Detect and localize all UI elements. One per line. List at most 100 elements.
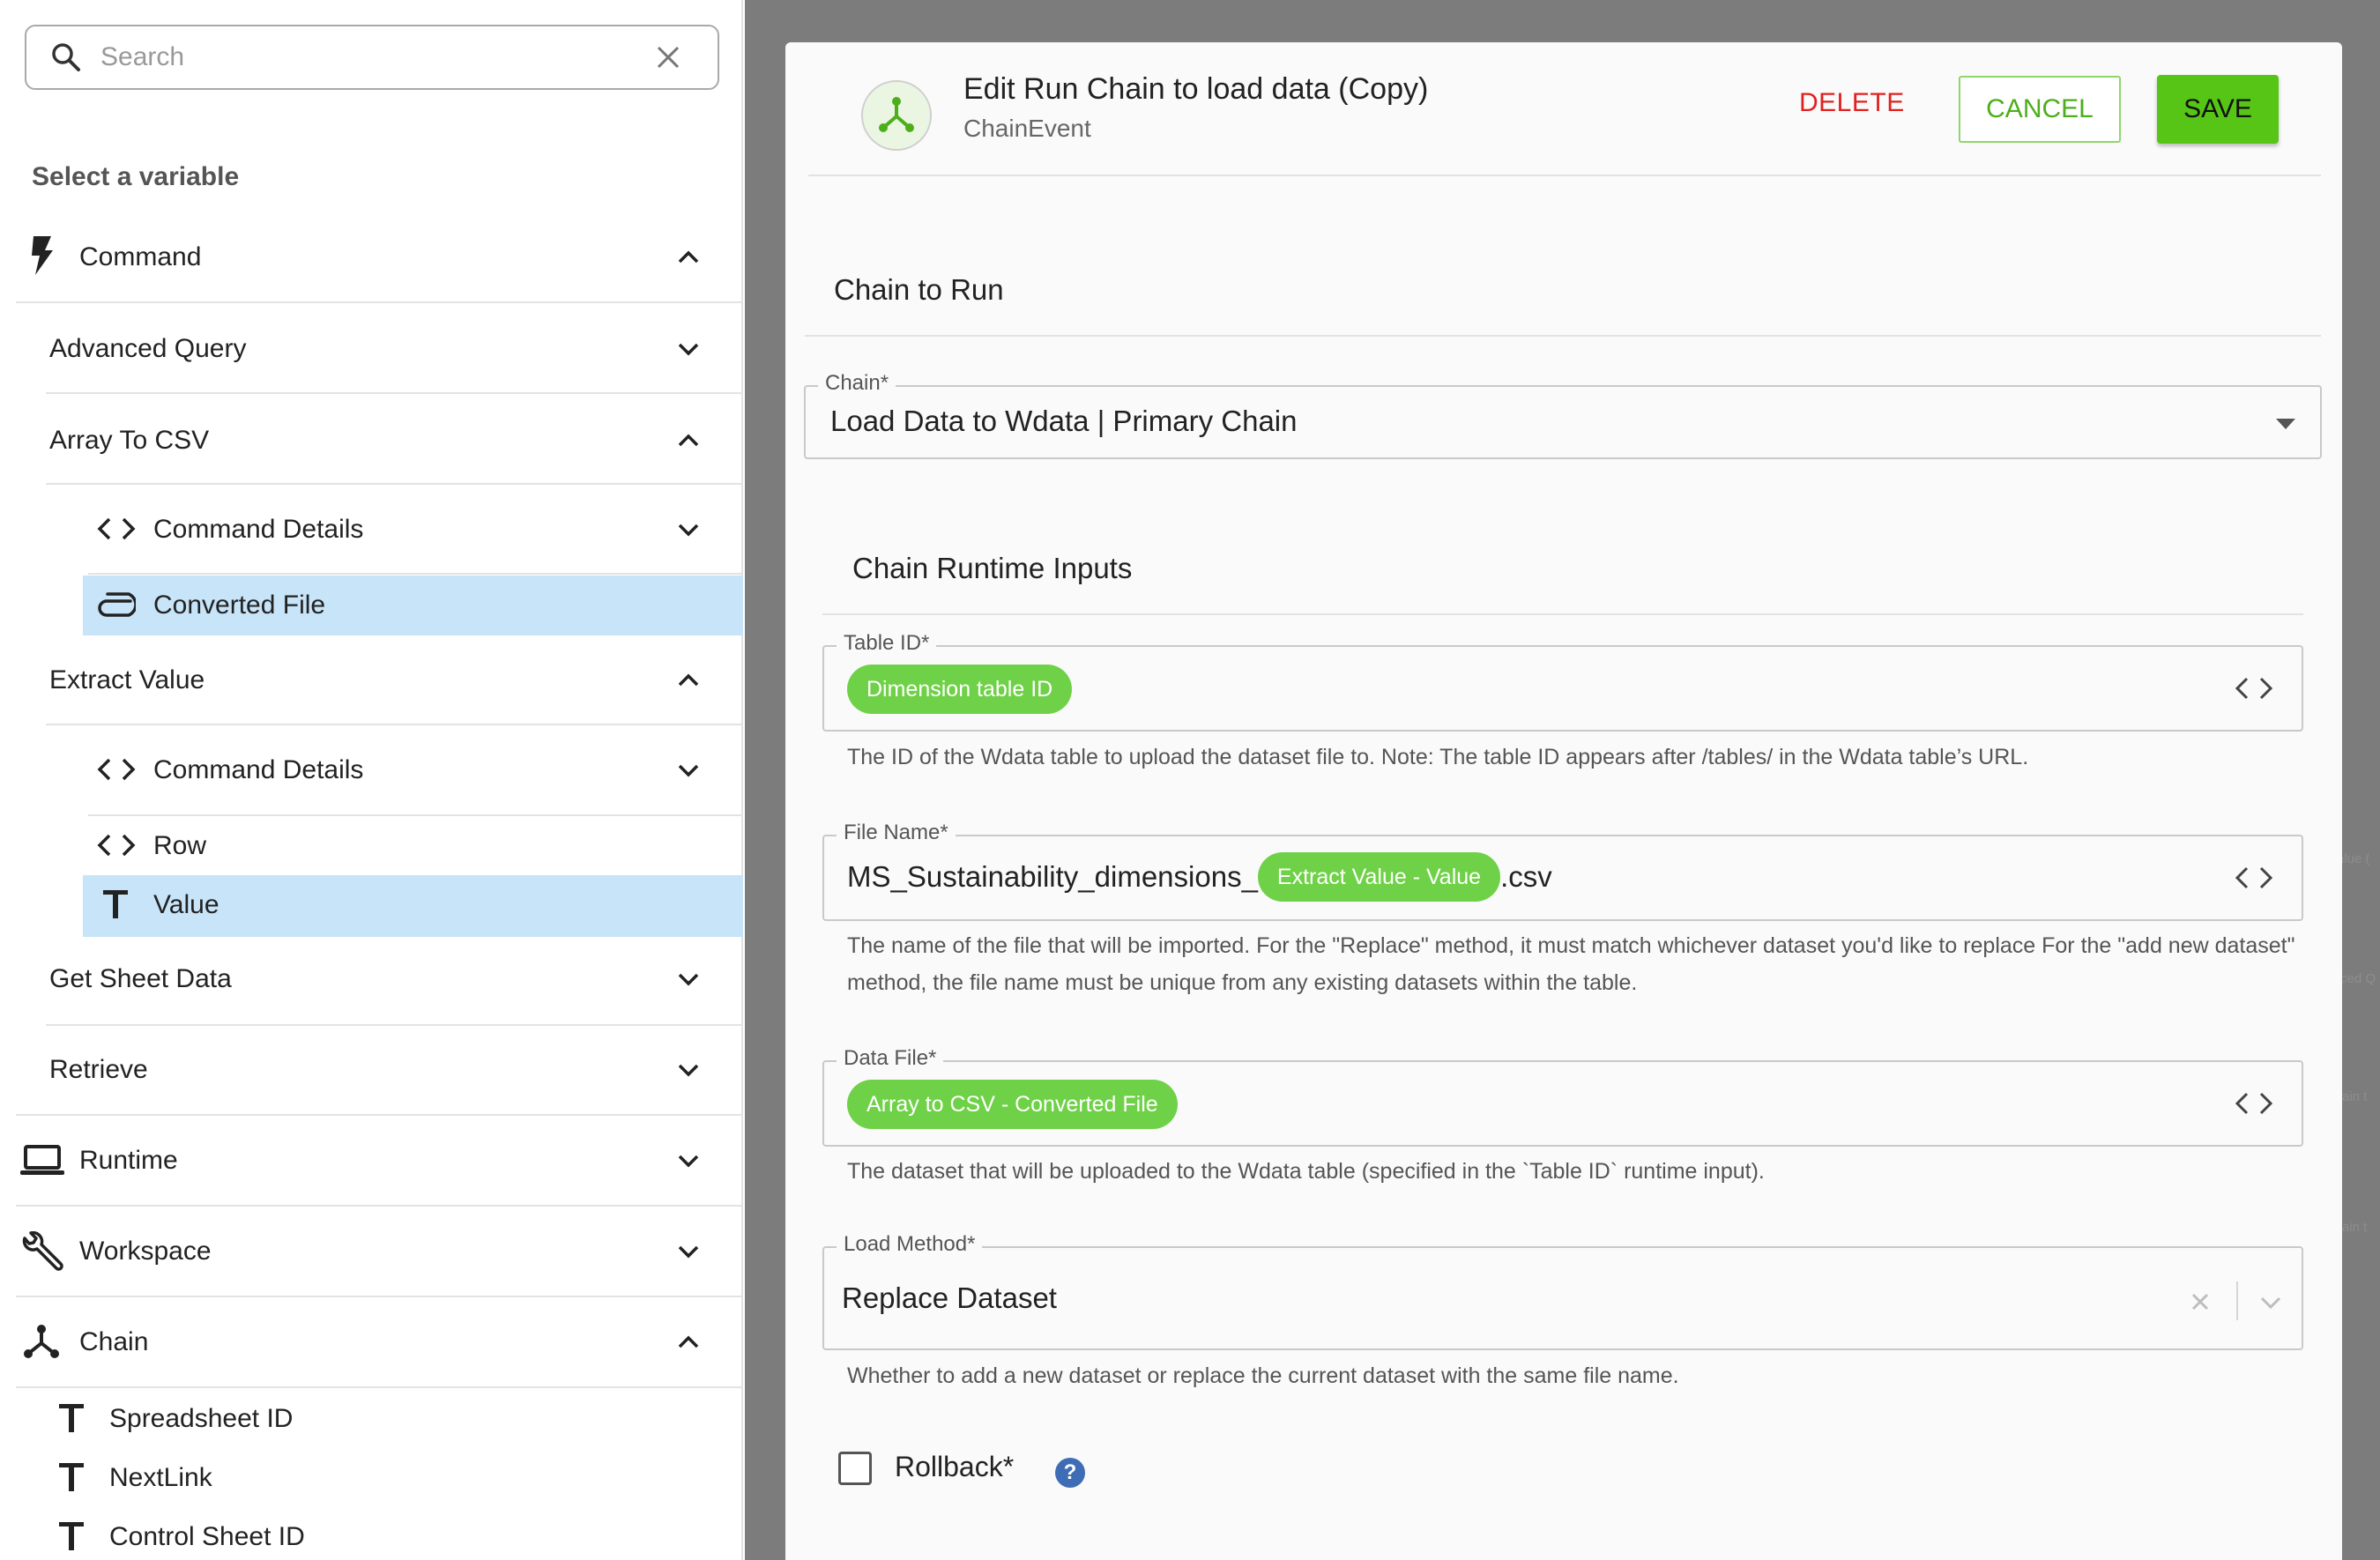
- chevron-up-icon[interactable]: [677, 250, 700, 264]
- item-extract-value[interactable]: Extract Value: [49, 663, 714, 698]
- help-icon[interactable]: ?: [1055, 1458, 1085, 1488]
- variable-sidebar: Select a variable Command Advanced Query…: [0, 0, 743, 1560]
- load-method-select[interactable]: Load Method* Replace Dataset: [822, 1232, 2303, 1350]
- search-input[interactable]: [100, 42, 656, 72]
- item-row[interactable]: Row: [153, 828, 714, 864]
- edit-chain-event-modal: Edit Run Chain to load data (Copy) Chain…: [785, 42, 2342, 1560]
- chain-select[interactable]: Chain* Load Data to Wdata | Primary Chai…: [804, 371, 2322, 459]
- code-icon: [97, 834, 136, 857]
- laptop-icon: [20, 1145, 64, 1175]
- group-command-label: Command: [79, 242, 202, 271]
- rollback-checkbox[interactable]: [838, 1452, 872, 1485]
- load-method-helper: Whether to add a new dataset or replace …: [847, 1363, 1679, 1388]
- item-get-sheet-data[interactable]: Get Sheet Data: [49, 962, 714, 997]
- modal-title: Edit Run Chain to load data (Copy): [963, 72, 1429, 106]
- item-extract-command-details[interactable]: Command Details: [153, 753, 714, 788]
- file-name-prefix: MS_Sustainability_dimensions_: [847, 860, 1258, 893]
- item-array-command-details[interactable]: Command Details: [153, 512, 714, 547]
- group-chain[interactable]: Chain: [79, 1325, 714, 1360]
- divider: [88, 814, 743, 816]
- chain-avatar-icon: [861, 80, 932, 151]
- file-name-helper: The name of the file that will be import…: [847, 927, 2295, 1001]
- item-spreadsheet-id-label: Spreadsheet ID: [109, 1404, 294, 1433]
- item-value-label: Value: [153, 890, 219, 919]
- section-runtime-inputs: Chain Runtime Inputs: [852, 552, 1133, 584]
- file-name-suffix: .csv: [1500, 860, 1552, 893]
- clear-search-icon[interactable]: [656, 45, 681, 70]
- delete-button[interactable]: DELETE: [1799, 88, 1905, 118]
- variable-chip[interactable]: Extract Value - Value: [1257, 852, 1501, 902]
- lightning-icon: [32, 236, 53, 275]
- chevron-down-icon[interactable]: [677, 1244, 700, 1259]
- load-method-value: Replace Dataset: [842, 1281, 1057, 1314]
- item-spreadsheet-id[interactable]: Spreadsheet ID: [109, 1401, 714, 1437]
- chevron-down-icon[interactable]: [677, 1063, 700, 1077]
- rollback-label: Rollback*: [895, 1451, 1015, 1482]
- text-icon: [59, 1404, 84, 1432]
- variable-chip[interactable]: Dimension table ID: [847, 665, 1073, 714]
- item-control-sheet-id[interactable]: Control Sheet ID: [109, 1519, 714, 1555]
- item-array-to-csv[interactable]: Array To CSV: [49, 423, 714, 458]
- code-icon[interactable]: [2235, 677, 2273, 700]
- file-name-helper-line: The name of the file that will be import…: [847, 933, 2295, 958]
- chevron-up-icon[interactable]: [677, 1335, 700, 1349]
- background-text-fragment: ain t: [2342, 1089, 2368, 1104]
- divider: [16, 1205, 743, 1207]
- data-file-field[interactable]: Data File* Array to CSV - Converted File: [822, 1046, 2303, 1147]
- background-text-fragment: ced Q: [2340, 971, 2376, 986]
- group-runtime[interactable]: Runtime: [79, 1143, 714, 1178]
- load-method-label: Load Method*: [837, 1232, 983, 1257]
- search-box[interactable]: [25, 25, 719, 90]
- item-retrieve-label: Retrieve: [49, 1055, 148, 1084]
- dropdown-arrow-icon[interactable]: [2276, 419, 2295, 429]
- sidebar-heading: Select a variable: [32, 162, 240, 191]
- section-divider: [822, 613, 2303, 615]
- divider: [16, 1296, 743, 1297]
- save-button[interactable]: SAVE: [2157, 75, 2279, 144]
- chevron-up-icon[interactable]: [677, 673, 700, 687]
- group-workspace[interactable]: Workspace: [79, 1234, 714, 1269]
- divider: [46, 392, 743, 394]
- chevron-down-icon[interactable]: [677, 342, 700, 356]
- item-retrieve[interactable]: Retrieve: [49, 1052, 714, 1088]
- divider: [46, 1024, 743, 1026]
- group-command[interactable]: Command: [79, 240, 714, 275]
- table-id-field[interactable]: Table ID* Dimension table ID: [822, 631, 2303, 732]
- chevron-down-icon[interactable]: [677, 1154, 700, 1168]
- group-runtime-label: Runtime: [79, 1146, 178, 1175]
- item-converted-file[interactable]: Converted File: [153, 588, 714, 623]
- item-nextlink[interactable]: NextLink: [109, 1460, 714, 1496]
- clear-selection-icon[interactable]: [2190, 1292, 2210, 1311]
- divider: [46, 483, 743, 485]
- data-file-helper: The dataset that will be uploaded to the…: [847, 1159, 1765, 1184]
- item-advanced-query[interactable]: Advanced Query: [49, 331, 714, 367]
- chevron-up-icon[interactable]: [677, 434, 700, 448]
- item-extract-command-details-label: Command Details: [153, 755, 364, 784]
- chevron-down-icon[interactable]: [677, 763, 700, 777]
- item-row-label: Row: [153, 831, 207, 860]
- item-value[interactable]: Value: [153, 888, 714, 923]
- chain-select-value: Load Data to Wdata | Primary Chain: [830, 405, 1298, 437]
- search-icon: [52, 43, 80, 71]
- table-id-value: Dimension table ID: [847, 665, 1073, 714]
- section-divider: [805, 335, 2321, 337]
- item-extract-value-label: Extract Value: [49, 665, 205, 695]
- chevron-down-icon[interactable]: [677, 972, 700, 986]
- file-name-field[interactable]: File Name* MS_Sustainability_dimensions_…: [822, 821, 2303, 921]
- group-chain-label: Chain: [79, 1327, 149, 1356]
- code-icon[interactable]: [2235, 866, 2273, 889]
- chevron-down-icon[interactable]: [677, 523, 700, 537]
- file-name-value: MS_Sustainability_dimensions_ Extract Va…: [847, 852, 1552, 902]
- text-icon: [103, 890, 128, 918]
- chain-icon: [24, 1325, 59, 1358]
- item-advanced-query-label: Advanced Query: [49, 334, 247, 363]
- table-id-label: Table ID*: [837, 631, 937, 656]
- paperclip-icon: [98, 592, 136, 617]
- item-array-to-csv-label: Array To CSV: [49, 426, 210, 455]
- cancel-button[interactable]: CANCEL: [1959, 76, 2121, 143]
- item-get-sheet-data-label: Get Sheet Data: [49, 964, 232, 993]
- variable-chip[interactable]: Array to CSV - Converted File: [847, 1080, 1178, 1129]
- code-icon[interactable]: [2235, 1092, 2273, 1115]
- text-icon: [59, 1463, 84, 1491]
- chevron-down-icon[interactable]: [2259, 1296, 2282, 1310]
